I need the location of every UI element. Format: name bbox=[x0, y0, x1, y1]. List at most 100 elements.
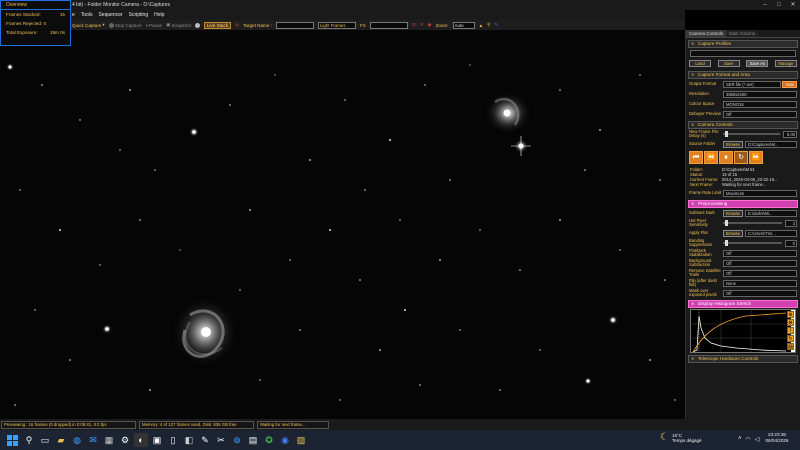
maximize-icon[interactable]: □ bbox=[772, 0, 786, 10]
linear-icon[interactable]: / bbox=[787, 327, 794, 334]
browse-dark-button[interactable]: Browse bbox=[723, 209, 743, 217]
hot-pixel-slider[interactable] bbox=[723, 220, 782, 226]
auto-button[interactable]: Auto bbox=[782, 80, 797, 88]
reticle-icon[interactable]: ⊡ bbox=[412, 22, 416, 28]
dark-file-field[interactable]: E:\darks\Mi... bbox=[744, 209, 797, 217]
mask-select[interactable]: Off bbox=[723, 289, 797, 297]
overview-panel: Overview Frames Stacked: 15 Frames Reject… bbox=[0, 0, 71, 46]
satellite-trails-select[interactable]: Off bbox=[723, 269, 797, 277]
store-icon[interactable]: ▦ bbox=[102, 433, 116, 447]
browse-folder-button[interactable]: Browse bbox=[723, 140, 743, 148]
mail-icon[interactable]: ✉ bbox=[86, 433, 100, 447]
source-folder-field[interactable]: D:\Captures\M... bbox=[744, 140, 797, 148]
fx-select[interactable] bbox=[369, 21, 408, 29]
app-icon[interactable]: ◐ bbox=[134, 433, 148, 447]
live-stack-button[interactable]: Live Stack bbox=[203, 21, 232, 29]
camera-controls-header[interactable]: Camera Controls bbox=[688, 121, 798, 129]
browse-flat-button[interactable]: Browse bbox=[723, 229, 743, 237]
start-button[interactable] bbox=[4, 432, 20, 448]
histogram-header[interactable]: Display Histogram Stretch bbox=[688, 300, 798, 308]
volume-icon[interactable]: ◁ bbox=[755, 436, 760, 443]
wifi-icon[interactable]: ◠ bbox=[746, 436, 751, 443]
refresh-icon[interactable]: ↻ bbox=[734, 151, 748, 164]
reset-icon[interactable]: ⊗ bbox=[787, 319, 794, 326]
flat-dark-stabilization-select[interactable]: Off bbox=[723, 249, 797, 257]
rewind-icon[interactable]: ⏪ bbox=[704, 151, 718, 164]
planetarium-icon[interactable]: ◉ bbox=[278, 433, 292, 447]
flat-file-field[interactable]: C:\Users\Tris... bbox=[744, 229, 797, 237]
tab-multi-column[interactable]: Multi Column bbox=[726, 30, 759, 37]
terminal-icon[interactable]: ▣ bbox=[150, 433, 164, 447]
hot-pixel-value[interactable]: 3 bbox=[785, 219, 797, 227]
document-icon[interactable]: ▯ bbox=[166, 433, 180, 447]
background-subtraction-select[interactable]: Off bbox=[723, 259, 797, 267]
auto-stretch-icon[interactable]: ⊕ bbox=[787, 311, 794, 318]
file-explorer-icon[interactable]: ▰ bbox=[54, 433, 68, 447]
pause-icon[interactable]: ⏸ bbox=[719, 151, 733, 164]
crosshair-icon[interactable]: ✕ bbox=[420, 22, 424, 28]
minimize-icon[interactable]: – bbox=[758, 0, 772, 10]
debayer-select[interactable]: Off bbox=[723, 110, 797, 118]
display-icon[interactable]: ◉ bbox=[428, 22, 432, 28]
fast-forward-icon[interactable]: ⏩ bbox=[749, 151, 763, 164]
bright-star bbox=[608, 315, 618, 325]
colour-space-select[interactable]: MONO16 bbox=[723, 100, 797, 108]
zoom-tool-icon[interactable]: ▲ bbox=[479, 23, 484, 28]
search-icon[interactable]: ⚲ bbox=[487, 22, 490, 28]
frame-type-select[interactable]: Light Frames bbox=[317, 21, 356, 29]
browser-icon[interactable]: ◍ bbox=[70, 433, 84, 447]
save-icon[interactable]: ▤ bbox=[787, 343, 794, 350]
capture-format-header[interactable]: Capture Format and Area bbox=[688, 71, 798, 79]
pause-button[interactable]: ⏸ Pause bbox=[146, 23, 162, 28]
skip-start-icon[interactable]: ⏮ bbox=[689, 151, 703, 164]
frame-delay-slider[interactable] bbox=[723, 131, 780, 137]
xbox-icon[interactable]: ✪ bbox=[262, 433, 276, 447]
profile-select[interactable] bbox=[690, 49, 796, 57]
sharpcap-icon[interactable]: ◧ bbox=[182, 433, 196, 447]
frame-rate-select[interactable]: Maximum bbox=[723, 189, 797, 197]
image-viewport[interactable] bbox=[0, 30, 685, 419]
capture-profiles-header[interactable]: Capture Profiles bbox=[688, 40, 798, 48]
quick-capture-button[interactable]: Quick Capture ▾ bbox=[72, 22, 105, 28]
system-clock[interactable]: 23:23:36 06/04/2026 bbox=[762, 432, 792, 444]
save-profile-button[interactable]: Save bbox=[717, 60, 740, 67]
editor-icon[interactable]: ✎ bbox=[198, 433, 212, 447]
weather-widget[interactable]: ☾ 15°C Temps dégagé bbox=[660, 432, 702, 443]
gallery-icon[interactable]: ▨ bbox=[294, 433, 308, 447]
target-name-select[interactable] bbox=[275, 21, 314, 29]
frame-delay-value[interactable]: 5.00 bbox=[783, 130, 797, 138]
snapshot-button[interactable]: ▣ Snapshot bbox=[166, 22, 191, 28]
menu-item-sequencer[interactable]: Sequencer bbox=[98, 10, 122, 20]
output-format-select[interactable]: SER file (*.ser) bbox=[723, 80, 782, 88]
pause-icon: ⏸ bbox=[145, 22, 149, 28]
histogram-section: Display Histogram Stretch ⊕ ⊗ / ↻ ▤ bbox=[688, 300, 798, 353]
tools-icon[interactable]: ✂ bbox=[214, 433, 228, 447]
tab-camera-controls[interactable]: Camera Controls bbox=[686, 30, 727, 37]
pen-icon[interactable]: ✎ bbox=[495, 22, 499, 28]
spiral-galaxy-upper bbox=[484, 91, 532, 135]
notes-icon[interactable]: ▤ bbox=[246, 433, 260, 447]
preprocessing-header[interactable]: Preprocessing bbox=[688, 200, 798, 208]
stop-capture-button[interactable]: Stop Capture bbox=[108, 22, 142, 28]
task-view-icon[interactable]: ▭ bbox=[38, 433, 52, 447]
settings-icon[interactable]: ⚙ bbox=[118, 433, 132, 447]
telescope-header[interactable]: Telescope Hardware Controls bbox=[688, 355, 798, 363]
menu-item-scripting[interactable]: Scripting bbox=[129, 10, 148, 20]
search-icon[interactable]: ⚲ bbox=[22, 433, 36, 447]
manage-profiles-button[interactable]: Manage bbox=[774, 60, 797, 67]
save-as-profile-button[interactable]: Save As bbox=[746, 60, 769, 67]
close-icon[interactable]: ✕ bbox=[786, 0, 800, 10]
camera-app-icon[interactable]: ⊚ bbox=[230, 433, 244, 447]
resolution-select[interactable]: 3856x2180 bbox=[723, 90, 797, 98]
refresh-icon[interactable]: ↻ bbox=[787, 335, 794, 342]
chevron-up-icon[interactable]: ˄ bbox=[738, 436, 742, 443]
menu-item-edit[interactable]: e bbox=[72, 10, 75, 20]
menu-item-help[interactable]: Help bbox=[154, 10, 164, 20]
zoom-select[interactable]: Auto bbox=[452, 21, 475, 29]
load-profile-button[interactable]: Load bbox=[689, 60, 711, 67]
banding-slider[interactable] bbox=[723, 240, 782, 246]
banding-value[interactable]: 0 bbox=[785, 239, 797, 247]
histogram-chart[interactable]: ⊕ ⊗ / ↻ ▤ bbox=[690, 309, 796, 353]
menu-item-tools[interactable]: Tools bbox=[81, 10, 93, 20]
flip-select[interactable]: None bbox=[723, 279, 797, 287]
